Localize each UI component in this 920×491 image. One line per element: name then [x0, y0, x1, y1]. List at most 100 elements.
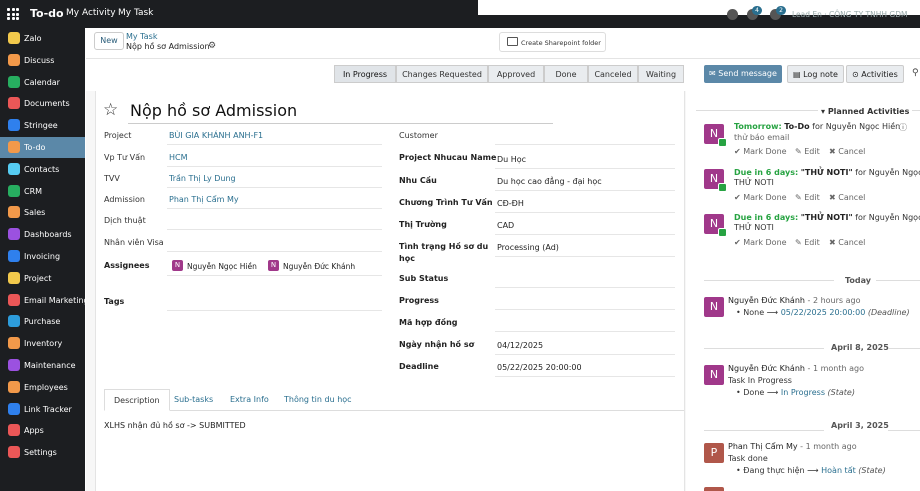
sidebar-item-crm[interactable]: CRM [0, 181, 85, 202]
assignee-tag[interactable]: Nguyễn Đức Khánh [283, 262, 355, 271]
edit-activity-button[interactable]: ✎ Edit [795, 238, 820, 247]
field-underline [495, 376, 675, 377]
gear-icon[interactable]: ⚙ [208, 41, 216, 51]
field-value-chuong-trinh[interactable]: CĐ-ĐH [497, 199, 524, 208]
message-author[interactable]: Nguyễn Đức Khánh [728, 364, 805, 373]
sharepoint-label: Create Sharepoint folder [521, 39, 601, 47]
stage-in-progress[interactable]: In Progress [334, 65, 396, 83]
sidebar-item-sales[interactable]: Sales [0, 202, 85, 223]
send-message-button[interactable]: ✉ Send message [704, 65, 782, 83]
sidebar-item-label: Apps [24, 426, 44, 436]
mark-done-label: Mark Done [743, 238, 787, 247]
field-value-project-nhucau[interactable]: Du Học [497, 155, 526, 164]
stage-waiting[interactable]: Waiting [638, 65, 684, 83]
tracking-new-value: 05/22/2025 20:00:00 [780, 308, 866, 317]
assignee-tag[interactable]: Nguyễn Ngọc Hiền [187, 262, 257, 271]
discuss-icon [8, 53, 20, 66]
mark-done-button[interactable]: ✔ Mark Done [734, 238, 787, 247]
cancel-activity-button[interactable]: ✖ Cancel [829, 147, 865, 156]
mark-done-button[interactable]: ✔ Mark Done [734, 193, 787, 202]
sidebar-item-purchase[interactable]: Purchase [0, 311, 85, 332]
tracking-new-value: Hoàn tất [821, 466, 856, 475]
field-input-sub-status[interactable] [495, 287, 675, 288]
field-input-customer[interactable] [495, 144, 675, 145]
activity-assignee: for Nguyễn Ngọc Hiền [812, 122, 901, 131]
create-sharepoint-folder-button[interactable]: Create Sharepoint folder [499, 32, 606, 52]
stage-canceled[interactable]: Canceled [588, 65, 638, 83]
info-icon[interactable]: ⓘ [899, 122, 907, 133]
field-value-vp-tu-van[interactable]: HCM [169, 153, 188, 162]
search-icon[interactable]: ⚲ [912, 68, 919, 78]
sidebar-item-label: Link Tracker [24, 404, 72, 414]
field-input-nhan-vien-visa[interactable] [167, 251, 382, 252]
edit-activity-button[interactable]: ✎ Edit [795, 147, 820, 156]
sidebar-item-employees[interactable]: Employees [0, 377, 85, 398]
sidebar-item-settings[interactable]: Settings [0, 442, 85, 463]
field-label-tvv: TVV [104, 174, 120, 183]
cancel-activity-button[interactable]: ✖ Cancel [829, 193, 865, 202]
edit-activity-button[interactable]: ✎ Edit [795, 193, 820, 202]
stage-done[interactable]: Done [544, 65, 588, 83]
activities-button[interactable]: ⊙ Activities [846, 65, 904, 83]
sidebar-item-to-do[interactable]: To-do [0, 137, 85, 158]
nav-my-task[interactable]: My Task [118, 8, 153, 18]
field-value-ngay-nhan[interactable]: 04/12/2025 [497, 341, 543, 350]
field-label-customer: Customer [399, 131, 438, 140]
nav-my-activity[interactable]: My Activity [66, 8, 116, 18]
stage-approved[interactable]: Approved [488, 65, 544, 83]
log-note-button[interactable]: ▤ Log note [787, 65, 844, 83]
field-value-tinh-trang[interactable]: Processing (Ad) [497, 243, 559, 252]
field-input-ma-hop-dong[interactable] [495, 331, 675, 332]
sidebar-item-dashboards[interactable]: Dashboards [0, 224, 85, 245]
sidebar-item-documents[interactable]: Documents [0, 93, 85, 114]
field-value-project[interactable]: BÙI GIA KHÁNH ANH-F1 [169, 131, 263, 140]
sidebar-item-zalo[interactable]: Zalo [0, 28, 85, 49]
tab-extra-info[interactable]: Extra Info [221, 389, 278, 411]
planned-activities-header[interactable]: ▾ Planned Activities [818, 107, 913, 116]
field-value-thi-truong[interactable]: CAD [497, 221, 514, 230]
message-author[interactable]: Nguyễn Đức Khánh [728, 296, 805, 305]
sidebar-item-discuss[interactable]: Discuss [0, 50, 85, 71]
field-value-admission[interactable]: Phan Thị Cẩm My [169, 195, 239, 204]
sidebar-item-invoicing[interactable]: Invoicing [0, 246, 85, 267]
field-value-nhu-cau[interactable]: Du học cao đẳng - đại học [497, 177, 602, 186]
description-text[interactable]: XLHS nhận đủ hồ sơ -> SUBMITTED [104, 421, 246, 430]
avatar: P [704, 443, 724, 463]
notebook-tabs: Description Sub-tasks Extra Info Thông t… [104, 389, 684, 411]
stage-changes-requested[interactable]: Changes Requested [396, 65, 488, 83]
field-value-deadline[interactable]: 05/22/2025 20:00:00 [497, 363, 582, 372]
sidebar-item-stringee[interactable]: Stringee [0, 115, 85, 136]
maintenance-icon [8, 359, 20, 371]
favorite-star-icon[interactable]: ☆ [103, 100, 118, 120]
tab-sub-tasks[interactable]: Sub-tasks [165, 389, 222, 411]
mark-done-button[interactable]: ✔ Mark Done [734, 147, 787, 156]
sidebar-item-apps[interactable]: Apps [0, 420, 85, 441]
chat-icon[interactable] [727, 9, 738, 20]
status-bar: In Progress Changes Requested Approved D… [86, 59, 686, 91]
sidebar-item-project[interactable]: Project [0, 268, 85, 289]
new-button[interactable]: New [94, 32, 124, 50]
sidebar-item-label: Sales [24, 208, 46, 218]
field-input-dich-thuat[interactable] [167, 229, 382, 230]
field-input-progress[interactable] [495, 309, 675, 310]
email-marketing-icon [8, 293, 20, 306]
field-value-tvv[interactable]: Trần Thị Ly Dung [169, 174, 236, 183]
messages-badge: 4 [752, 6, 762, 15]
tab-thong-tin-du-hoc[interactable]: Thông tin du học [275, 389, 361, 411]
tab-description[interactable]: Description [104, 389, 170, 411]
cancel-activity-button[interactable]: ✖ Cancel [829, 238, 865, 247]
task-title[interactable]: Nộp hồ sơ Admission [130, 101, 297, 120]
sidebar-item-maintenance[interactable]: Maintenance [0, 355, 85, 376]
sidebar-item-contacts[interactable]: Contacts [0, 159, 85, 180]
sidebar-item-inventory[interactable]: Inventory [0, 333, 85, 354]
sidebar-item-calendar[interactable]: Calendar [0, 72, 85, 93]
message-author[interactable]: Phan Thị Cẩm My [728, 442, 798, 451]
field-input-tags[interactable] [167, 310, 382, 311]
sidebar-item-link-tracker[interactable]: Link Tracker [0, 399, 85, 420]
breadcrumb-parent[interactable]: My Task [126, 32, 157, 41]
app-name[interactable]: To-do [30, 7, 64, 20]
apps-menu-icon[interactable] [7, 8, 19, 20]
field-label-vp-tu-van: Vp Tư Vấn [104, 153, 146, 162]
user-company-label[interactable]: Lead En · CÔNG TY TNHH GDM [792, 10, 907, 19]
sidebar-item-email-marketing[interactable]: Email Marketing [0, 290, 89, 311]
